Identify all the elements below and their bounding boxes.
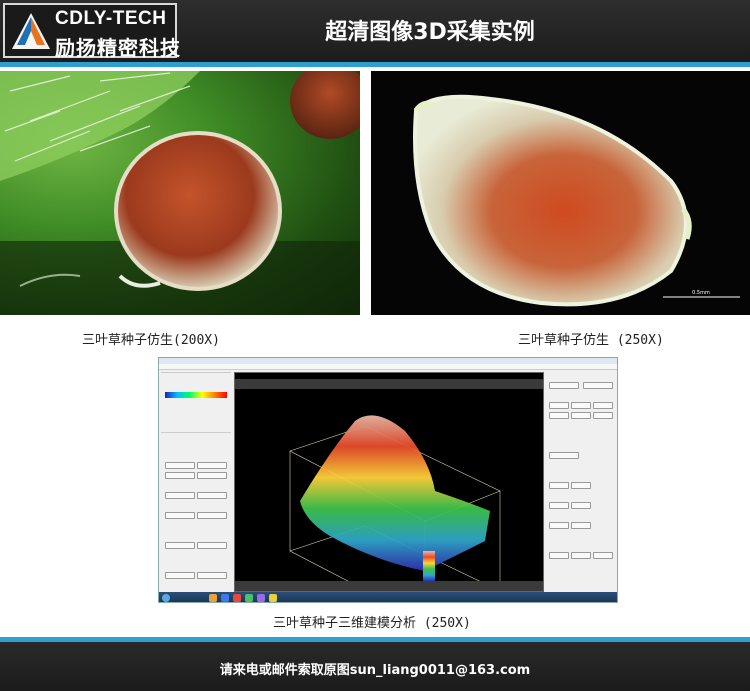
seed-photo-200x bbox=[0, 71, 360, 315]
taskbar-app-icon-4[interactable] bbox=[245, 594, 253, 602]
right-button-9[interactable] bbox=[549, 452, 579, 459]
caption-250x: 三叶草种子仿生 (250X) bbox=[518, 333, 664, 348]
3d-software-screenshot bbox=[158, 357, 618, 603]
windows-taskbar bbox=[159, 592, 617, 602]
taskbar-app-icon-2[interactable] bbox=[221, 594, 229, 602]
3d-model-render bbox=[289, 415, 501, 591]
right-button-16[interactable] bbox=[549, 552, 569, 559]
right-button-7[interactable] bbox=[571, 412, 591, 419]
left-button-7[interactable] bbox=[165, 512, 195, 519]
right-button-8[interactable] bbox=[593, 412, 613, 419]
colormap-bar[interactable] bbox=[165, 392, 227, 398]
logo-triangle-icon bbox=[12, 13, 50, 49]
right-button-4[interactable] bbox=[571, 402, 591, 409]
right-button-13[interactable] bbox=[571, 502, 591, 509]
left-button-1[interactable] bbox=[165, 462, 195, 469]
right-button-11[interactable] bbox=[571, 482, 591, 489]
caption-3d-model: 三叶草种子三维建模分析 (250X) bbox=[273, 616, 471, 631]
app-right-panel bbox=[547, 372, 617, 592]
right-button-6[interactable] bbox=[549, 412, 569, 419]
right-button-1[interactable] bbox=[549, 382, 579, 389]
left-button-3[interactable] bbox=[165, 472, 195, 479]
taskbar-app-icon-5[interactable] bbox=[257, 594, 265, 602]
left-button-10[interactable] bbox=[197, 542, 227, 549]
company-logo[interactable]: CDLY-TECH 励扬精密科技 bbox=[3, 3, 180, 60]
left-button-12[interactable] bbox=[197, 572, 227, 579]
left-button-11[interactable] bbox=[165, 572, 195, 579]
left-button-8[interactable] bbox=[197, 512, 227, 519]
left-button-6[interactable] bbox=[197, 492, 227, 499]
start-button-icon[interactable] bbox=[162, 594, 170, 602]
right-button-14[interactable] bbox=[549, 522, 569, 529]
app-menubar bbox=[159, 364, 617, 370]
right-button-3[interactable] bbox=[549, 402, 569, 409]
taskbar-app-icon-6[interactable] bbox=[269, 594, 277, 602]
left-button-4[interactable] bbox=[197, 472, 227, 479]
scale-bar-label: 0.5mm bbox=[692, 290, 710, 296]
right-button-17[interactable] bbox=[571, 552, 591, 559]
taskbar-app-icon-3[interactable] bbox=[233, 594, 241, 602]
logo-text-cn: 励扬精密科技 bbox=[55, 36, 181, 60]
seed-200x-illustration bbox=[0, 71, 360, 315]
right-button-5[interactable] bbox=[593, 402, 613, 409]
3d-view-canvas[interactable] bbox=[234, 372, 544, 592]
caption-200x: 三叶草种子仿生(200X) bbox=[82, 333, 220, 348]
header-divider bbox=[0, 62, 750, 67]
left-button-5[interactable] bbox=[165, 492, 195, 499]
right-button-18[interactable] bbox=[593, 552, 613, 559]
right-button-10[interactable] bbox=[549, 482, 569, 489]
right-button-15[interactable] bbox=[571, 522, 591, 529]
footer-bar: 请来电或邮件索取原图sun_liang0011@163.com bbox=[0, 642, 750, 691]
left-group-1 bbox=[161, 372, 231, 373]
seed-photo-250x: 0.5mm bbox=[371, 71, 750, 315]
right-button-2[interactable] bbox=[583, 382, 613, 389]
seed-250x-illustration: 0.5mm bbox=[413, 94, 740, 307]
left-button-2[interactable] bbox=[197, 462, 227, 469]
view-top-strip bbox=[235, 379, 543, 389]
page-title: 超清图像3D采集实例 bbox=[325, 20, 535, 45]
header-bar: CDLY-TECH 励扬精密科技 超清图像3D采集实例 bbox=[0, 0, 750, 62]
logo-text-en: CDLY-TECH bbox=[55, 8, 167, 29]
left-button-9[interactable] bbox=[165, 542, 195, 549]
taskbar-app-icon-1[interactable] bbox=[209, 594, 217, 602]
contact-email-text[interactable]: 请来电或邮件索取原图sun_liang0011@163.com bbox=[0, 659, 750, 678]
right-button-12[interactable] bbox=[549, 502, 569, 509]
view-bottom-strip bbox=[235, 581, 543, 591]
left-group-2 bbox=[161, 432, 231, 433]
app-left-panel bbox=[161, 372, 231, 592]
